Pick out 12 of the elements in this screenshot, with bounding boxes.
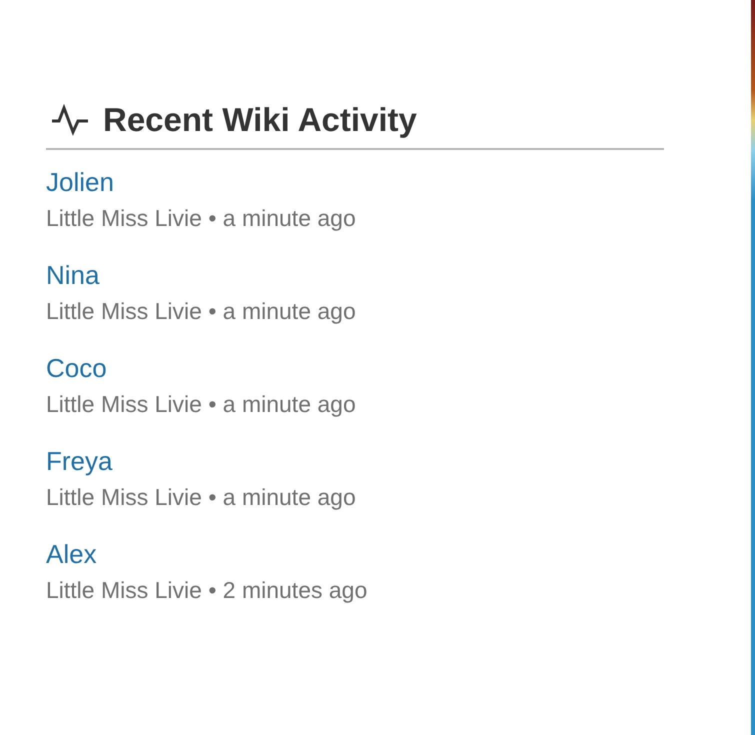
page-link[interactable]: Freya <box>46 445 112 477</box>
page-link[interactable]: Coco <box>46 352 107 384</box>
activity-meta: Little Miss Livie • a minute ago <box>46 297 357 325</box>
page-link[interactable]: Alex <box>46 538 97 570</box>
activity-meta: Little Miss Livie • a minute ago <box>46 390 357 418</box>
page-link[interactable]: Jolien <box>46 166 114 198</box>
activity-meta: Little Miss Livie • a minute ago <box>46 483 357 511</box>
page-link[interactable]: Nina <box>46 259 100 291</box>
module-title: Recent Wiki Activity <box>103 103 417 136</box>
activity-icon <box>51 104 89 136</box>
activity-meta: Little Miss Livie • 2 minutes ago <box>46 576 368 604</box>
activity-meta: Little Miss Livie • a minute ago <box>46 204 357 232</box>
